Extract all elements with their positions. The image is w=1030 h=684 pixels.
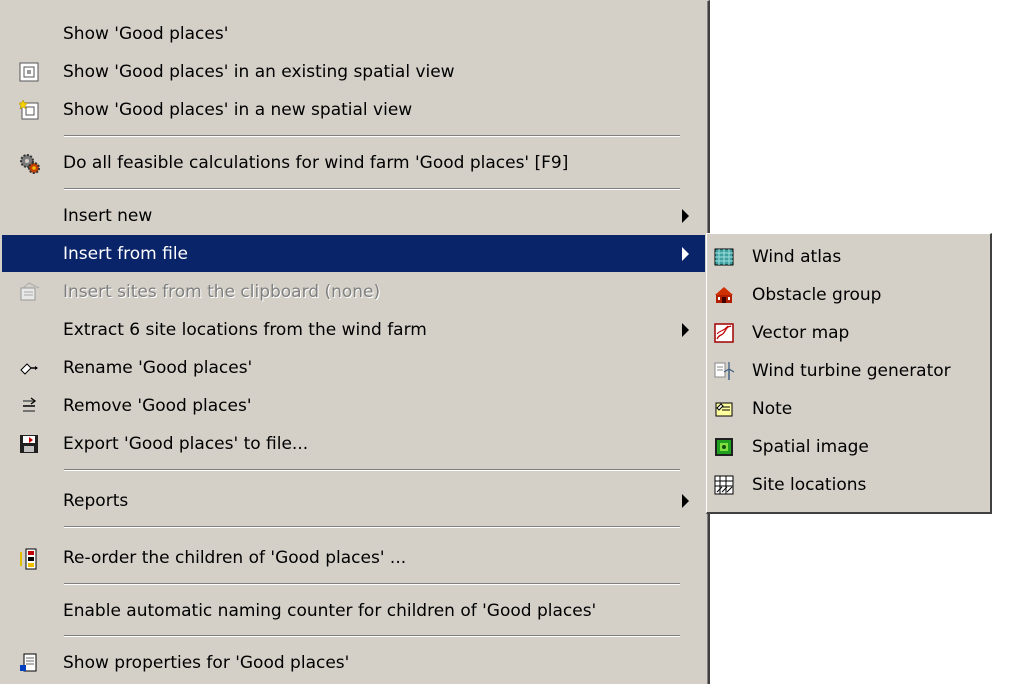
- insert-from-file-submenu: Wind atlas Obstacle group Vector map Win…: [706, 233, 992, 514]
- submenu-item-note[interactable]: Note: [709, 390, 988, 428]
- menu-item-export[interactable]: Export 'Good places' to file...: [2, 425, 705, 462]
- menu-separator: [64, 635, 680, 637]
- wind-atlas-icon: [714, 247, 734, 267]
- clipboard-icon: [19, 282, 40, 302]
- submenu-item-label: Spatial image: [752, 437, 869, 457]
- note-icon: [714, 399, 734, 419]
- menu-item-label: Rename 'Good places': [63, 358, 253, 378]
- properties-icon: [19, 653, 39, 673]
- submenu-item-vector-map[interactable]: Vector map: [709, 314, 988, 352]
- site-locations-icon: [714, 475, 734, 495]
- spatial-image-icon: [714, 437, 734, 457]
- menu-item-do-all-calculations[interactable]: Do all feasible calculations for wind fa…: [2, 144, 705, 181]
- submenu-arrow-icon: [682, 494, 689, 508]
- menu-item-show-existing-view[interactable]: Show 'Good places' in an existing spatia…: [2, 53, 705, 90]
- submenu-item-label: Wind atlas: [752, 247, 842, 267]
- context-menu: Show 'Good places' Show 'Good places' in…: [0, 0, 710, 684]
- menu-item-insert-new[interactable]: Insert new: [2, 197, 705, 234]
- menu-item-show[interactable]: Show 'Good places': [2, 15, 705, 52]
- menu-item-label: Show 'Good places': [63, 24, 229, 44]
- menu-item-label: Do all feasible calculations for wind fa…: [63, 153, 569, 173]
- menu-item-extract-site-locations[interactable]: Extract 6 site locations from the wind f…: [2, 311, 705, 348]
- menu-separator: [64, 188, 680, 190]
- menu-item-remove[interactable]: Remove 'Good places': [2, 387, 705, 424]
- menu-item-reports[interactable]: Reports: [2, 482, 705, 519]
- menu-item-label: Enable automatic naming counter for chil…: [63, 601, 597, 621]
- menu-item-show-new-view[interactable]: Show 'Good places' in a new spatial view: [2, 91, 705, 128]
- submenu-arrow-icon: [682, 323, 689, 337]
- menu-item-reorder-children[interactable]: Re-order the children of 'Good places' .…: [2, 539, 705, 576]
- menu-item-label: Show 'Good places' in a new spatial view: [63, 100, 413, 120]
- submenu-item-label: Obstacle group: [752, 285, 882, 305]
- menu-item-label: Export 'Good places' to file...: [63, 434, 309, 454]
- submenu-item-label: Site locations: [752, 475, 867, 495]
- reorder-icon: [19, 548, 39, 570]
- submenu-arrow-icon: [682, 247, 689, 261]
- menu-item-insert-from-file[interactable]: Insert from file: [2, 235, 705, 272]
- gears-icon: [19, 153, 40, 174]
- menu-item-insert-from-clipboard[interactable]: Insert sites from the clipboard (none): [2, 273, 705, 310]
- submenu-arrow-icon: [682, 209, 689, 223]
- menu-item-label: Insert new: [63, 206, 153, 226]
- submenu-item-label: Vector map: [752, 323, 850, 343]
- menu-item-label: Insert sites from the clipboard (none): [63, 282, 381, 302]
- menu-item-label: Remove 'Good places': [63, 396, 252, 416]
- submenu-item-site-locations[interactable]: Site locations: [709, 466, 988, 504]
- menu-item-label: Show 'Good places' in an existing spatia…: [63, 62, 455, 82]
- wind-turbine-icon: [714, 361, 735, 381]
- submenu-item-wind-turbine-generator[interactable]: Wind turbine generator: [709, 352, 988, 390]
- menu-separator: [64, 526, 680, 528]
- remove-icon: [19, 396, 39, 416]
- menu-item-label: Insert from file: [63, 244, 189, 264]
- menu-separator: [64, 583, 680, 585]
- obstacle-group-icon: [714, 285, 734, 305]
- menu-item-label: Reports: [63, 491, 129, 511]
- menu-item-rename[interactable]: Rename 'Good places': [2, 349, 705, 386]
- rename-icon: [19, 358, 39, 378]
- menu-separator: [64, 469, 680, 471]
- menu-separator: [64, 135, 680, 137]
- submenu-item-wind-atlas[interactable]: Wind atlas: [709, 238, 988, 276]
- menu-item-enable-naming-counter[interactable]: Enable automatic naming counter for chil…: [2, 592, 705, 629]
- submenu-item-label: Note: [752, 399, 793, 419]
- submenu-item-spatial-image[interactable]: Spatial image: [709, 428, 988, 466]
- export-disk-icon: [19, 434, 39, 454]
- submenu-item-label: Wind turbine generator: [752, 361, 951, 381]
- vector-map-icon: [714, 323, 734, 343]
- menu-item-label: Re-order the children of 'Good places' .…: [63, 548, 407, 568]
- submenu-item-obstacle-group[interactable]: Obstacle group: [709, 276, 988, 314]
- menu-item-label: Extract 6 site locations from the wind f…: [63, 320, 427, 340]
- menu-item-show-properties[interactable]: Show properties for 'Good places': [2, 644, 705, 681]
- spatial-view-icon: [19, 62, 39, 82]
- menu-item-label: Show properties for 'Good places': [63, 653, 350, 673]
- new-spatial-view-icon: [19, 100, 39, 120]
